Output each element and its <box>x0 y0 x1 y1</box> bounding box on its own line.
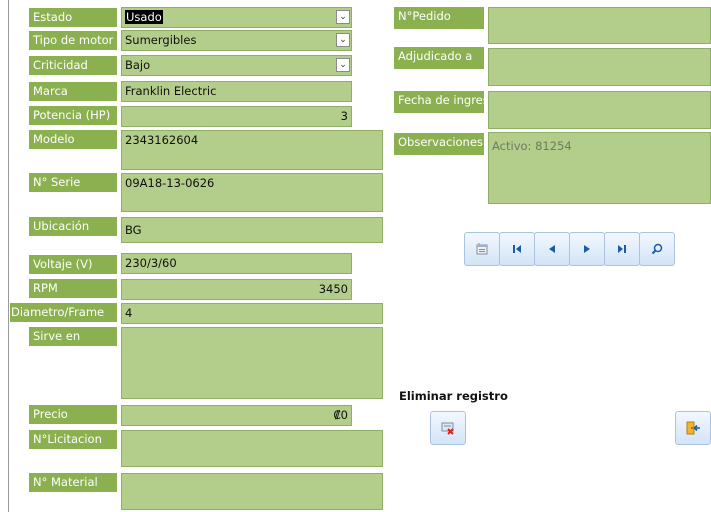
delete-record-icon <box>441 422 454 435</box>
criticidad-combobox[interactable]: Bajo ⌄ <box>121 55 352 76</box>
material-label: N° Material <box>29 473 117 492</box>
tipo-motor-value: Sumergibles <box>125 33 197 47</box>
chevron-down-icon[interactable]: ⌄ <box>336 58 350 72</box>
form-left-border <box>8 0 9 512</box>
ubicacion-label: Ubicación <box>29 217 117 236</box>
exit-button[interactable] <box>675 411 711 445</box>
record-navigation-bar <box>464 232 675 266</box>
exit-icon <box>686 421 700 435</box>
rpm-field[interactable]: 3450 <box>121 279 352 300</box>
rpm-label: RPM <box>29 279 117 298</box>
next-record-icon <box>584 245 590 253</box>
voltaje-label: Voltaje (V) <box>29 255 117 274</box>
marca-label: Marca <box>29 82 117 101</box>
observaciones-field[interactable]: Activo: 81254 <box>488 132 711 204</box>
potencia-field[interactable]: 3 <box>121 106 352 127</box>
potencia-label: Potencia (HP) <box>29 106 117 125</box>
tipo-motor-label: Tipo de motor <box>29 31 117 50</box>
new-record-button[interactable] <box>464 232 500 266</box>
adjudicado-field[interactable] <box>488 48 711 86</box>
adjudicado-label: Adjudicado a <box>394 47 484 69</box>
diametro-label: Diametro/Frame <box>10 303 117 322</box>
licitacion-field[interactable] <box>121 430 383 467</box>
voltaje-field[interactable]: 230/3/60 <box>121 253 352 274</box>
precio-field[interactable]: ₡0 <box>121 405 352 426</box>
modelo-field[interactable]: 2343162604 <box>121 130 383 170</box>
observaciones-label: Observaciones <box>394 133 484 155</box>
chevron-down-icon[interactable]: ⌄ <box>336 33 350 47</box>
fecha-ingreso-field[interactable] <box>488 91 711 129</box>
first-record-icon <box>513 245 521 253</box>
diametro-field[interactable]: 4 <box>121 303 383 324</box>
pedido-field[interactable] <box>488 7 711 44</box>
last-record-button[interactable] <box>604 232 640 266</box>
estado-value: Usado <box>125 10 163 24</box>
delete-record-label: Eliminar registro <box>399 389 508 403</box>
next-record-button[interactable] <box>569 232 605 266</box>
pedido-label: N°Pedido <box>394 7 484 29</box>
sirve-en-label: Sirve en <box>29 327 117 346</box>
new-record-icon <box>476 243 488 255</box>
licitacion-label: N°Licitacion <box>29 430 117 449</box>
estado-combobox[interactable]: Usado ⌄ <box>121 7 352 28</box>
delete-record-button[interactable] <box>430 411 466 445</box>
precio-label: Precio <box>29 405 117 424</box>
criticidad-label: Criticidad <box>29 56 117 75</box>
serie-field[interactable]: 09A18-13-0626 <box>121 173 383 212</box>
last-record-icon <box>618 245 626 253</box>
ubicacion-field[interactable]: BG <box>121 217 383 243</box>
previous-record-icon <box>549 245 555 253</box>
serie-label: N° Serie <box>29 173 117 192</box>
criticidad-value: Bajo <box>125 58 151 72</box>
tipo-motor-combobox[interactable]: Sumergibles ⌄ <box>121 30 352 51</box>
fecha-ingreso-label: Fecha de ingres <box>394 91 484 113</box>
modelo-label: Modelo <box>29 130 117 149</box>
previous-record-button[interactable] <box>534 232 570 266</box>
material-field[interactable] <box>121 473 383 510</box>
estado-label: Estado <box>29 8 117 27</box>
marca-field[interactable]: Franklin Electric <box>121 81 352 102</box>
chevron-down-icon[interactable]: ⌄ <box>336 10 350 24</box>
search-button[interactable] <box>639 232 675 266</box>
first-record-button[interactable] <box>499 232 535 266</box>
search-icon <box>651 243 663 255</box>
sirve-en-field[interactable] <box>121 327 383 399</box>
